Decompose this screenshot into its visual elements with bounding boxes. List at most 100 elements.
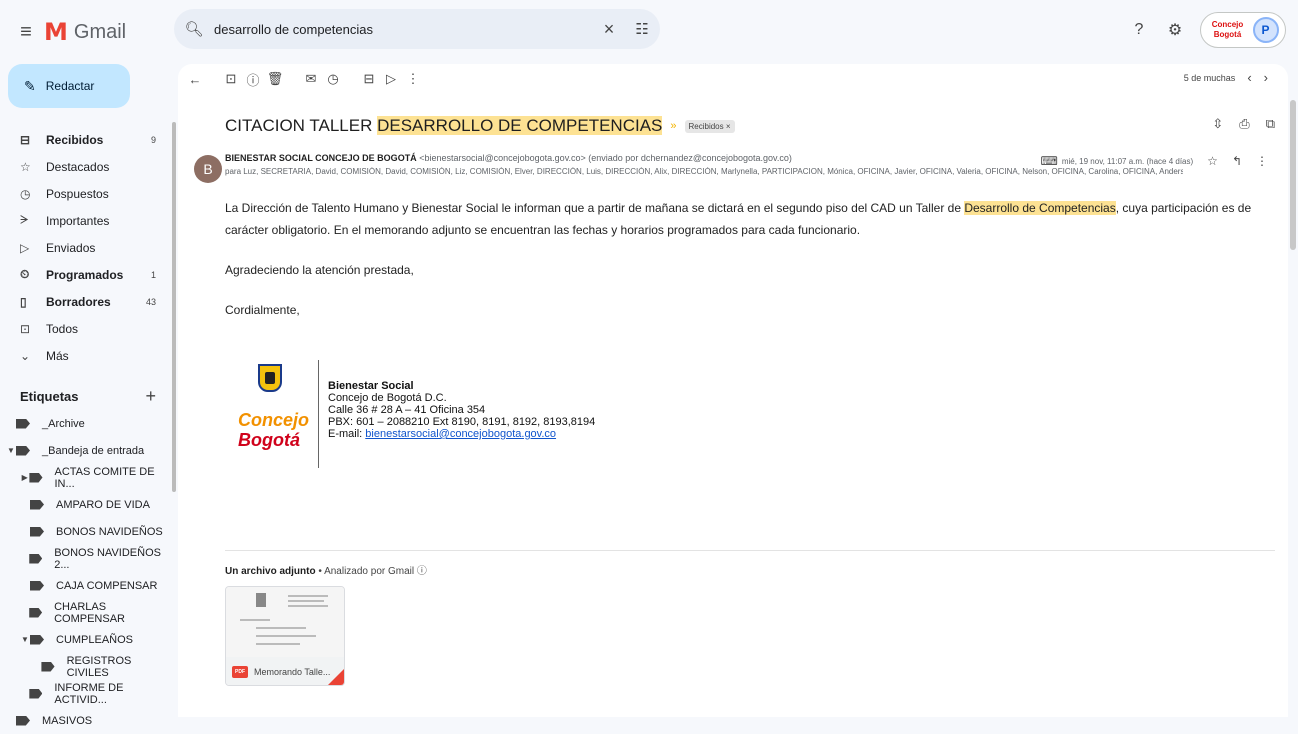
snooze-clock-icon[interactable]: ◷: [322, 71, 344, 87]
label-item[interactable]: BONOS NAVIDEÑOS: [0, 518, 170, 545]
sender-name[interactable]: BIENESTAR SOCIAL CONCEJO DE BOGOTÁ: [225, 153, 417, 163]
email-view: ← ⊡ ⓘ 🗑︎ ✉ ◷ ⊟ ▷ ⋮ 5 de muchas ‹ › CITAC…: [178, 64, 1288, 717]
back-arrow-icon[interactable]: ←: [184, 72, 206, 87]
sidebar-item-importantes[interactable]: ᗒ Importantes: [0, 207, 170, 234]
label-item-text: CAJA COMPENSAR: [56, 579, 158, 592]
help-icon[interactable]: ?: [1128, 19, 1150, 41]
label-tag-icon: [29, 553, 43, 564]
sidebar-item-label: Más: [46, 348, 69, 363]
mark-unread-icon[interactable]: ✉: [300, 71, 322, 87]
sidebar-item-label: Recibidos: [46, 132, 104, 147]
avatar[interactable]: P: [1252, 17, 1279, 43]
label-icon[interactable]: ▷: [380, 71, 402, 87]
gmail-logo-text: Gmail: [73, 20, 127, 43]
logo-text-bogota: Bogotá: [238, 430, 300, 450]
report-spam-icon[interactable]: ⓘ: [242, 70, 264, 89]
label-item[interactable]: _Archive: [0, 410, 170, 437]
more-vert-icon[interactable]: ⋮: [1256, 154, 1268, 168]
sidebar-item-label: Importantes: [46, 213, 110, 228]
expand-all-icon[interactable]: ⇳: [1212, 116, 1223, 132]
compose-button[interactable]: ✎ Redactar: [8, 64, 130, 108]
sidebar-item-count: 9: [150, 134, 156, 145]
label-item-text: MASIVOS: [42, 714, 93, 727]
important-icon: ᗒ: [20, 213, 29, 227]
label-tag-icon: [16, 445, 30, 456]
search-input[interactable]: desarrollo de competencias: [214, 22, 594, 37]
label-item[interactable]: ▼ CUMPLEAÑOS: [0, 626, 170, 653]
label-item[interactable]: AMPARO DE VIDA: [0, 491, 170, 518]
top-bar: ≡ M Gmail 🔍︎ desarrollo de competencias …: [0, 0, 1298, 64]
label-item[interactable]: BONOS NAVIDEÑOS 2...: [0, 545, 170, 572]
pencil-icon: ✎: [24, 77, 36, 94]
label-item[interactable]: MASIVOS: [0, 707, 170, 734]
label-tag-icon: [16, 418, 30, 429]
add-label-icon[interactable]: +: [145, 386, 156, 407]
nav-list: ⊟ Recibidos 9 ☆ Destacados ◷ Pospuestos ᗒ Import…: [0, 126, 170, 369]
move-to-icon[interactable]: ⊟: [358, 71, 380, 87]
newer-chevron-left-icon[interactable]: ‹: [1247, 70, 1251, 85]
label-item[interactable]: REGISTROS CIVILES: [0, 653, 170, 680]
main-scrollbar[interactable]: [1290, 100, 1296, 250]
sidebar-item-todos[interactable]: ⊡ Todos: [0, 315, 170, 342]
label-item[interactable]: INFORME DE ACTIVID...: [0, 680, 170, 707]
older-chevron-right-icon[interactable]: ›: [1264, 70, 1268, 85]
delete-trash-icon[interactable]: 🗑︎: [264, 71, 286, 87]
label-item[interactable]: ▼ _Bandeja de entrada: [0, 437, 170, 464]
open-new-window-icon[interactable]: ⧉: [1266, 116, 1275, 132]
search-bar[interactable]: 🔍︎ desarrollo de competencias × ☷: [174, 9, 660, 49]
label-item-text: INFORME DE ACTIVID...: [54, 681, 124, 706]
sidebar-item-destacados[interactable]: ☆ Destacados: [0, 153, 170, 180]
sidebar-item-programados[interactable]: ⏲ Programados 1: [0, 261, 170, 288]
label-tag-icon: [41, 661, 55, 672]
label-tag-icon: [30, 499, 44, 510]
expand-caret-icon[interactable]: ▼: [6, 446, 16, 455]
sidebar-item-borradores[interactable]: ▯ Borradores 43: [0, 288, 170, 315]
body-paragraph-2: Agradeciendo la atención prestada,: [225, 263, 414, 277]
sidebar-item-enviados[interactable]: ▷ Enviados: [0, 234, 170, 261]
reply-icon[interactable]: ↰: [1232, 154, 1242, 168]
sidebar-item-label: Borradores: [46, 294, 111, 309]
recipients-line[interactable]: para Luz, SECRETARIA, David, COMISIÓN, D…: [225, 167, 1183, 176]
label-item-text: BONOS NAVIDEÑOS: [56, 525, 163, 538]
account-switcher[interactable]: Concejo Bogotá P: [1200, 12, 1286, 48]
expand-caret-icon[interactable]: ▼: [20, 635, 30, 644]
clear-search-icon[interactable]: ×: [594, 19, 624, 40]
print-icon[interactable]: ⎙: [1239, 116, 1249, 132]
label-item[interactable]: CAJA COMPENSAR: [0, 572, 170, 599]
send-icon: ▷: [20, 240, 30, 255]
expand-caret-icon[interactable]: ▶: [20, 473, 29, 482]
gmail-logo[interactable]: M Gmail: [44, 18, 126, 46]
main-menu-button[interactable]: ≡: [12, 18, 40, 46]
doc-logo-icon: [256, 593, 266, 607]
sidebar-item-más[interactable]: ⌄ Más: [0, 342, 170, 369]
pager: 5 de muchas ‹ ›: [1184, 70, 1268, 85]
more-vert-icon[interactable]: ⋮: [402, 71, 424, 87]
attachment-name: Memorando Talle...: [254, 667, 331, 677]
search-icon[interactable]: 🔍︎: [174, 20, 214, 38]
org-logo: Concejo Bogotá: [1211, 20, 1244, 39]
sidebar-item-count: 1: [150, 269, 156, 280]
attachment-card[interactable]: PDF Memorando Talle...: [225, 586, 345, 686]
label-item[interactable]: CHARLAS COMPENSAR: [0, 599, 170, 626]
archive-icon[interactable]: ⊡: [220, 71, 242, 87]
settings-gear-icon[interactable]: ⚙: [1164, 19, 1186, 41]
search-options-icon[interactable]: ☷: [624, 20, 660, 38]
sidebar-item-pospuestos[interactable]: ◷ Pospuestos: [0, 180, 170, 207]
inbox-label-chip[interactable]: Recibidos ×: [684, 119, 735, 133]
label-item-text: CUMPLEAÑOS: [56, 633, 134, 646]
sender-line: BIENESTAR SOCIAL CONCEJO DE BOGOTÁ <bien…: [225, 153, 792, 163]
signature-text: Bienestar Social Concejo de Bogotá D.C. …: [328, 380, 595, 440]
sig-email-label: E-mail:: [328, 428, 366, 440]
important-marker-icon[interactable]: »: [670, 120, 676, 132]
email-date: mié, 19 nov, 11:07 a.m. (hace 4 días): [1061, 156, 1194, 166]
label-item-text: ACTAS COMITE DE IN...: [54, 465, 155, 490]
sender-avatar[interactable]: B: [194, 155, 222, 183]
sidebar-item-recibidos[interactable]: ⊟ Recibidos 9: [0, 126, 170, 153]
sig-email-link[interactable]: bienestarsocial@concejobogota.gov.co: [365, 428, 556, 440]
signature-divider: [318, 360, 319, 468]
star-icon[interactable]: ☆: [1207, 154, 1218, 168]
label-item[interactable]: ▶ ACTAS COMITE DE IN...: [0, 464, 170, 491]
sidebar-item-label: Enviados: [46, 240, 96, 255]
attachment-thumbnail: [226, 587, 344, 657]
sidebar-scrollbar[interactable]: [172, 122, 176, 492]
